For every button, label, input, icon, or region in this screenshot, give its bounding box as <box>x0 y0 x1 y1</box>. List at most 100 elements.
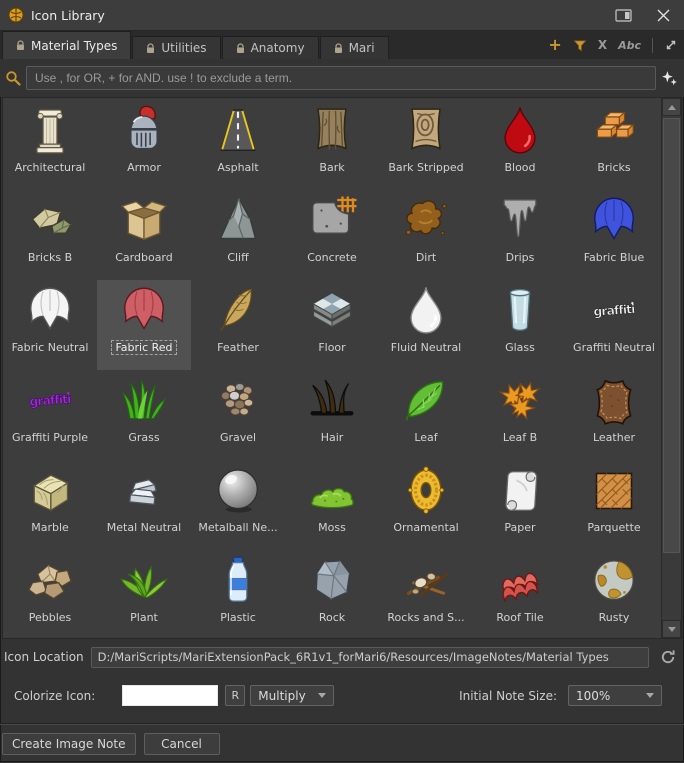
grid-item[interactable]: Grass <box>97 370 191 460</box>
grid-item[interactable]: Paper <box>473 460 567 550</box>
rock-icon <box>303 552 361 610</box>
plastic-icon <box>209 552 267 610</box>
grid-item[interactable]: Rocks and S... <box>379 550 473 638</box>
grid-item[interactable]: Ornamental <box>379 460 473 550</box>
reset-color-button[interactable]: R <box>225 685 245 706</box>
colorize-color-swatch[interactable] <box>122 685 218 706</box>
grid-item[interactable]: Bricks <box>567 100 661 190</box>
gravel-icon <box>209 372 267 430</box>
grid-item-label: Parquette <box>587 521 640 534</box>
text-search-mode-button[interactable]: Abc <box>618 39 641 52</box>
grid-item[interactable]: Cliff <box>191 190 285 280</box>
paper-icon <box>491 462 549 520</box>
grid-item[interactable]: Drips <box>473 190 567 280</box>
icon-location-row: Icon Location D:/MariScripts/MariExtensi… <box>0 639 684 671</box>
grid-item-label: Bark <box>319 161 344 174</box>
add-tab-button[interactable]: + <box>548 37 561 53</box>
search-input[interactable] <box>26 66 656 90</box>
expand-icon[interactable] <box>664 38 678 52</box>
lock-icon <box>16 40 25 51</box>
scrollbar-thumb[interactable] <box>663 118 680 553</box>
grid-item[interactable]: Bark Stripped <box>379 100 473 190</box>
grid-item[interactable]: graffitiGraffiti Purple <box>3 370 97 460</box>
tab-material-types[interactable]: Material Types <box>2 31 131 59</box>
grid-item[interactable]: Bricks B <box>3 190 97 280</box>
grid-item[interactable]: Armor <box>97 100 191 190</box>
titlebar: Icon Library <box>0 0 684 31</box>
close-window-button[interactable] <box>650 4 676 26</box>
grid-item[interactable]: Hair <box>285 370 379 460</box>
grid-item[interactable]: Fabric Neutral <box>3 280 97 370</box>
leather-icon <box>585 372 643 430</box>
grid-item[interactable]: graffitiGraffiti Neutral <box>567 280 661 370</box>
clear-filter-button[interactable]: X <box>598 38 607 52</box>
grass-icon <box>115 372 173 430</box>
grid-item[interactable]: Glass <box>473 280 567 370</box>
grid-item[interactable]: Leaf <box>379 370 473 460</box>
grid-item[interactable]: Leather <box>567 370 661 460</box>
grid-scrollbar[interactable] <box>661 98 681 638</box>
bricks-icon <box>585 102 643 160</box>
tab-utilities[interactable]: Utilities <box>132 36 220 59</box>
grid-item-label: Concrete <box>307 251 357 264</box>
refresh-icon[interactable] <box>656 646 680 668</box>
grid-item-label: Pebbles <box>29 611 72 624</box>
grid-item[interactable]: Fabric Red <box>97 280 191 370</box>
tab-mari[interactable]: Mari <box>320 36 389 59</box>
scroll-up-button[interactable] <box>662 98 681 116</box>
grid-item-label: Bricks B <box>28 251 72 264</box>
grid-item[interactable]: Metalball Ne... <box>191 460 285 550</box>
cloth-red-icon <box>115 282 173 340</box>
grid-item[interactable]: Rusty <box>567 550 661 638</box>
grid-item[interactable]: Concrete <box>285 190 379 280</box>
grid-item[interactable]: Gravel <box>191 370 285 460</box>
icon-location-label: Icon Location <box>4 650 84 664</box>
lock-icon <box>334 43 343 54</box>
tab-bar: Material TypesUtilitiesAnatomyMari + X A… <box>0 31 684 59</box>
grid-item[interactable]: Plant <box>97 550 191 638</box>
grid-item[interactable]: Roof Tile <box>473 550 567 638</box>
grid-item-label: Drips <box>506 251 535 264</box>
grid-item[interactable]: Cardboard <box>97 190 191 280</box>
scrollbar-track[interactable] <box>662 116 681 620</box>
blend-mode-dropdown[interactable]: Multiply <box>250 685 334 706</box>
grid-item[interactable]: Asphalt <box>191 100 285 190</box>
rocks-sticks-icon <box>397 552 455 610</box>
grid-item[interactable]: Floor <box>285 280 379 370</box>
grid-item[interactable]: Dirt <box>379 190 473 280</box>
grid-item-label: Rocks and S... <box>387 611 464 624</box>
grid-item[interactable]: Parquette <box>567 460 661 550</box>
grid-item[interactable]: Fabric Blue <box>567 190 661 280</box>
moss-icon <box>303 462 361 520</box>
grid-item[interactable]: Bark <box>285 100 379 190</box>
footer: Create Image Note Cancel <box>0 725 684 763</box>
grid-item-label: Roof Tile <box>496 611 543 624</box>
grid-item-label: Graffiti Purple <box>12 431 88 444</box>
metalball-icon <box>209 462 267 520</box>
icon-location-field[interactable]: D:/MariScripts/MariExtensionPack_6R1v1_f… <box>91 647 649 668</box>
note-size-dropdown[interactable]: 100% <box>568 685 662 706</box>
grid-item-label: Metalball Ne... <box>198 521 277 534</box>
svg-text:graffiti: graffiti <box>593 302 636 319</box>
grid-item[interactable]: Moss <box>285 460 379 550</box>
scroll-down-button[interactable] <box>662 620 681 638</box>
grid-item[interactable]: Architectural <box>3 100 97 190</box>
cancel-button[interactable]: Cancel <box>144 733 220 755</box>
initial-note-size-label: Initial Note Size: <box>459 689 557 703</box>
grid-item[interactable]: Blood <box>473 100 567 190</box>
grid-item-label: Hair <box>321 431 344 444</box>
grid-item[interactable]: Pebbles <box>3 550 97 638</box>
grid-item[interactable]: Metal Neutral <box>97 460 191 550</box>
tab-anatomy[interactable]: Anatomy <box>222 36 319 59</box>
grid-item[interactable]: Plastic <box>191 550 285 638</box>
grid-item[interactable]: Leaf B <box>473 370 567 460</box>
grid-item[interactable]: Feather <box>191 280 285 370</box>
dock-window-button[interactable] <box>610 4 636 26</box>
grid-item[interactable]: Marble <box>3 460 97 550</box>
grid-item[interactable]: Rock <box>285 550 379 638</box>
create-image-note-button[interactable]: Create Image Note <box>2 733 136 755</box>
grid-item[interactable]: Fluid Neutral <box>379 280 473 370</box>
icon-grid: ArchitecturalArmorAsphalt Bark Bark Stripp… <box>3 98 661 638</box>
filter-funnel-icon[interactable] <box>573 39 587 52</box>
wildcard-sparkle-icon[interactable] <box>661 70 678 87</box>
